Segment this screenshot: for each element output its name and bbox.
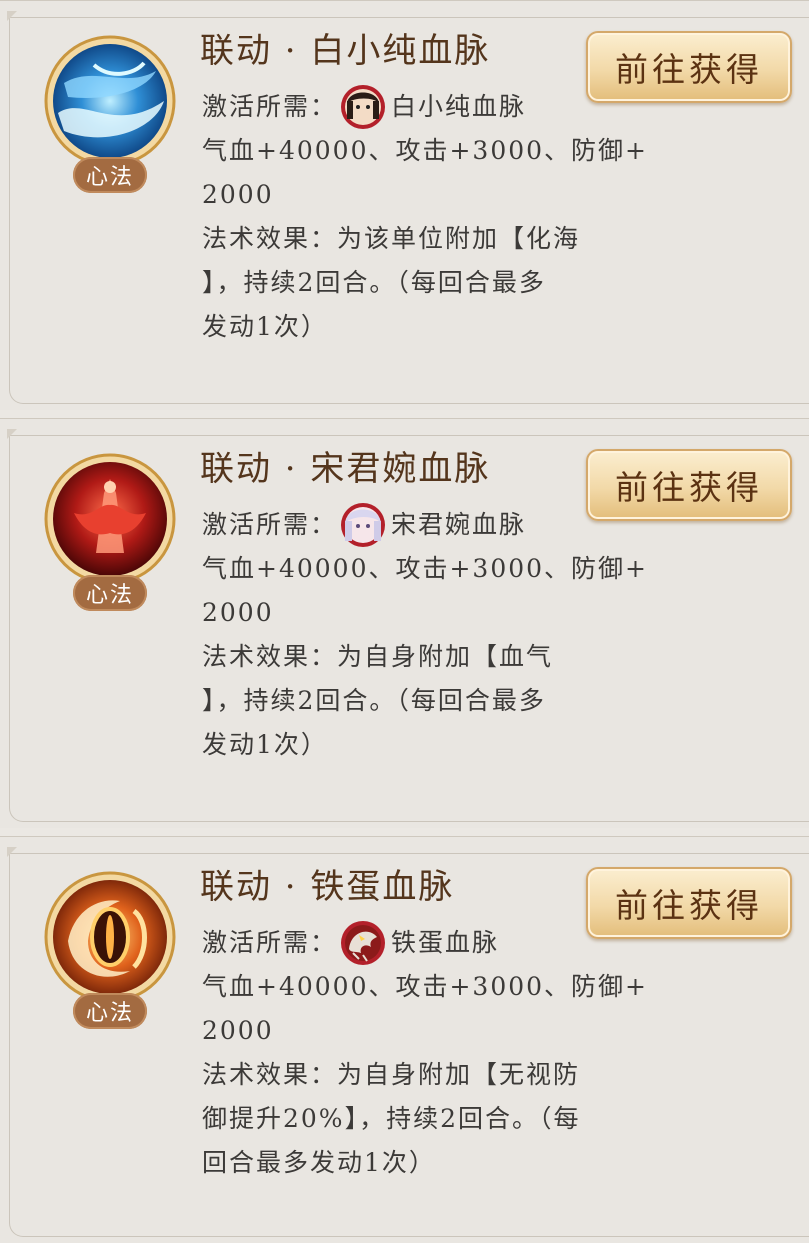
skill-card-3: 心法 联动 · 铁蛋血脉 前往获得 激活所需： 铁蛋血脉 气血+40000、攻击… xyxy=(0,836,809,1243)
requirement-line: 激活所需： 白小纯血脉 xyxy=(202,85,632,129)
skill-card-1: 心法 联动 · 白小纯血脉 前往获得 激活所需： 白小纯血脉 气血+40000、… xyxy=(0,0,809,410)
skill-card-2: 心法 联动 · 宋君婉血脉 前往获得 激活所需： 宋君婉血脉 气血+40000、… xyxy=(0,418,809,828)
effect-line-2: 御提升20%】，持续2回合。（每 xyxy=(202,1104,581,1133)
song-junwan-portrait-icon xyxy=(341,503,386,547)
corner-ornament-icon xyxy=(7,11,17,21)
card-title: 联动 · 铁蛋血脉 xyxy=(200,867,455,907)
stats-line-2: 2000 xyxy=(202,598,274,627)
requirement-line: 激活所需： 铁蛋血脉 xyxy=(202,921,632,965)
blue-wave-icon xyxy=(44,35,176,167)
requirement-name: 白小纯血脉 xyxy=(391,92,527,121)
requirement-line: 激活所需： 宋君婉血脉 xyxy=(202,503,632,547)
category-badge: 心法 xyxy=(73,157,147,193)
bai-xiaochun-portrait-icon xyxy=(341,85,386,129)
corner-ornament-icon xyxy=(7,429,17,439)
effect-line-2: 】，持续2回合。（每回合最多 xyxy=(202,686,546,715)
corner-ornament-icon xyxy=(7,847,17,857)
effect-line-1: 法术效果：为该单位附加【化海 xyxy=(202,224,581,253)
red-figure-icon xyxy=(44,453,176,585)
requirement-label: 激活所需： xyxy=(202,92,338,121)
effect-line-3: 发动1次） xyxy=(202,312,328,341)
requirement-label: 激活所需： xyxy=(202,928,338,957)
card-description: 激活所需： 铁蛋血脉 气血+40000、攻击+3000、防御+ 2000 法术效… xyxy=(202,921,648,1185)
card-title: 联动 · 宋君婉血脉 xyxy=(200,449,491,489)
effect-line-3: 发动1次） xyxy=(202,730,328,759)
tiedan-portrait-icon xyxy=(341,921,386,965)
card-description: 激活所需： 宋君婉血脉 气血+40000、攻击+3000、防御+ 2000 法术… xyxy=(202,503,648,767)
requirement-name: 铁蛋血脉 xyxy=(391,928,500,957)
stats-line-2: 2000 xyxy=(202,1016,274,1045)
effect-line-1: 法术效果：为自身附加【无视防 xyxy=(202,1060,581,1089)
stats-line-1: 气血+40000、攻击+3000、防御+ xyxy=(202,136,648,165)
stats-line-1: 气血+40000、攻击+3000、防御+ xyxy=(202,972,648,1001)
card-title: 联动 · 白小纯血脉 xyxy=(200,31,491,71)
category-badge: 心法 xyxy=(73,993,147,1029)
requirement-label: 激活所需： xyxy=(202,510,338,539)
requirement-name: 宋君婉血脉 xyxy=(391,510,527,539)
effect-line-1: 法术效果：为自身附加【血气 xyxy=(202,642,554,671)
card-description: 激活所需： 白小纯血脉 气血+40000、攻击+3000、防御+ 2000 法术… xyxy=(202,85,648,349)
effect-line-2: 】，持续2回合。（每回合最多 xyxy=(202,268,546,297)
category-badge: 心法 xyxy=(73,575,147,611)
fire-eye-icon xyxy=(44,871,176,1003)
stats-line-1: 气血+40000、攻击+3000、防御+ xyxy=(202,554,648,583)
stats-line-2: 2000 xyxy=(202,180,274,209)
effect-line-3: 回合最多发动1次） xyxy=(202,1148,436,1177)
